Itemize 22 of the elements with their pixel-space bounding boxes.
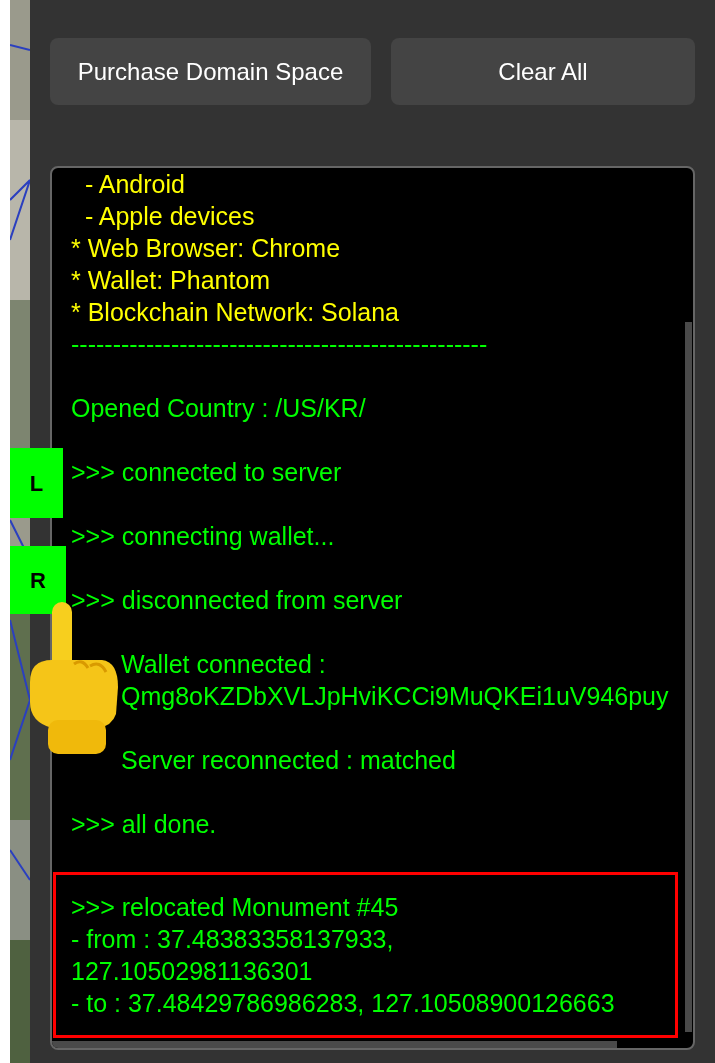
side-button[interactable]: L <box>10 448 63 518</box>
log-line: >>> connected to server <box>71 457 343 488</box>
log-line: Qmg8oKZDbXVLJpHviKCCi9MuQKEi1uV946puy <box>120 681 670 712</box>
action-button[interactable]: Purchase Domain Space <box>50 38 371 105</box>
log-line: 127.10502981136301 <box>71 956 314 987</box>
side-button[interactable]: R <box>10 546 66 614</box>
log-line: - Apple devices <box>83 201 256 232</box>
action-button[interactable]: Clear All <box>391 38 695 105</box>
log-line: - Android <box>83 169 186 200</box>
log-line: >>> all done. <box>71 809 218 840</box>
log-line: * Wallet: Phantom <box>71 265 272 296</box>
log-line: * Blockchain Network: Solana <box>71 297 400 328</box>
log-line: * Web Browser: Chrome <box>71 233 342 264</box>
log-line: >>> disconnected from server <box>71 585 404 616</box>
log-line: Opened Country : /US/KR/ <box>71 393 367 424</box>
log-line: >>> connecting wallet... <box>71 521 336 552</box>
log-line: >>> relocated Monument #45 <box>71 892 400 923</box>
log-line: - to : 37.48429786986283, 127.10508900126663 <box>71 988 616 1019</box>
log-line: -------------------------------------------------- <box>71 329 489 360</box>
log-line: - from : 37.48383358137933, <box>71 924 395 955</box>
log-line: Server reconnected : matched <box>120 745 457 776</box>
log-line: Wallet connected : <box>120 649 327 680</box>
